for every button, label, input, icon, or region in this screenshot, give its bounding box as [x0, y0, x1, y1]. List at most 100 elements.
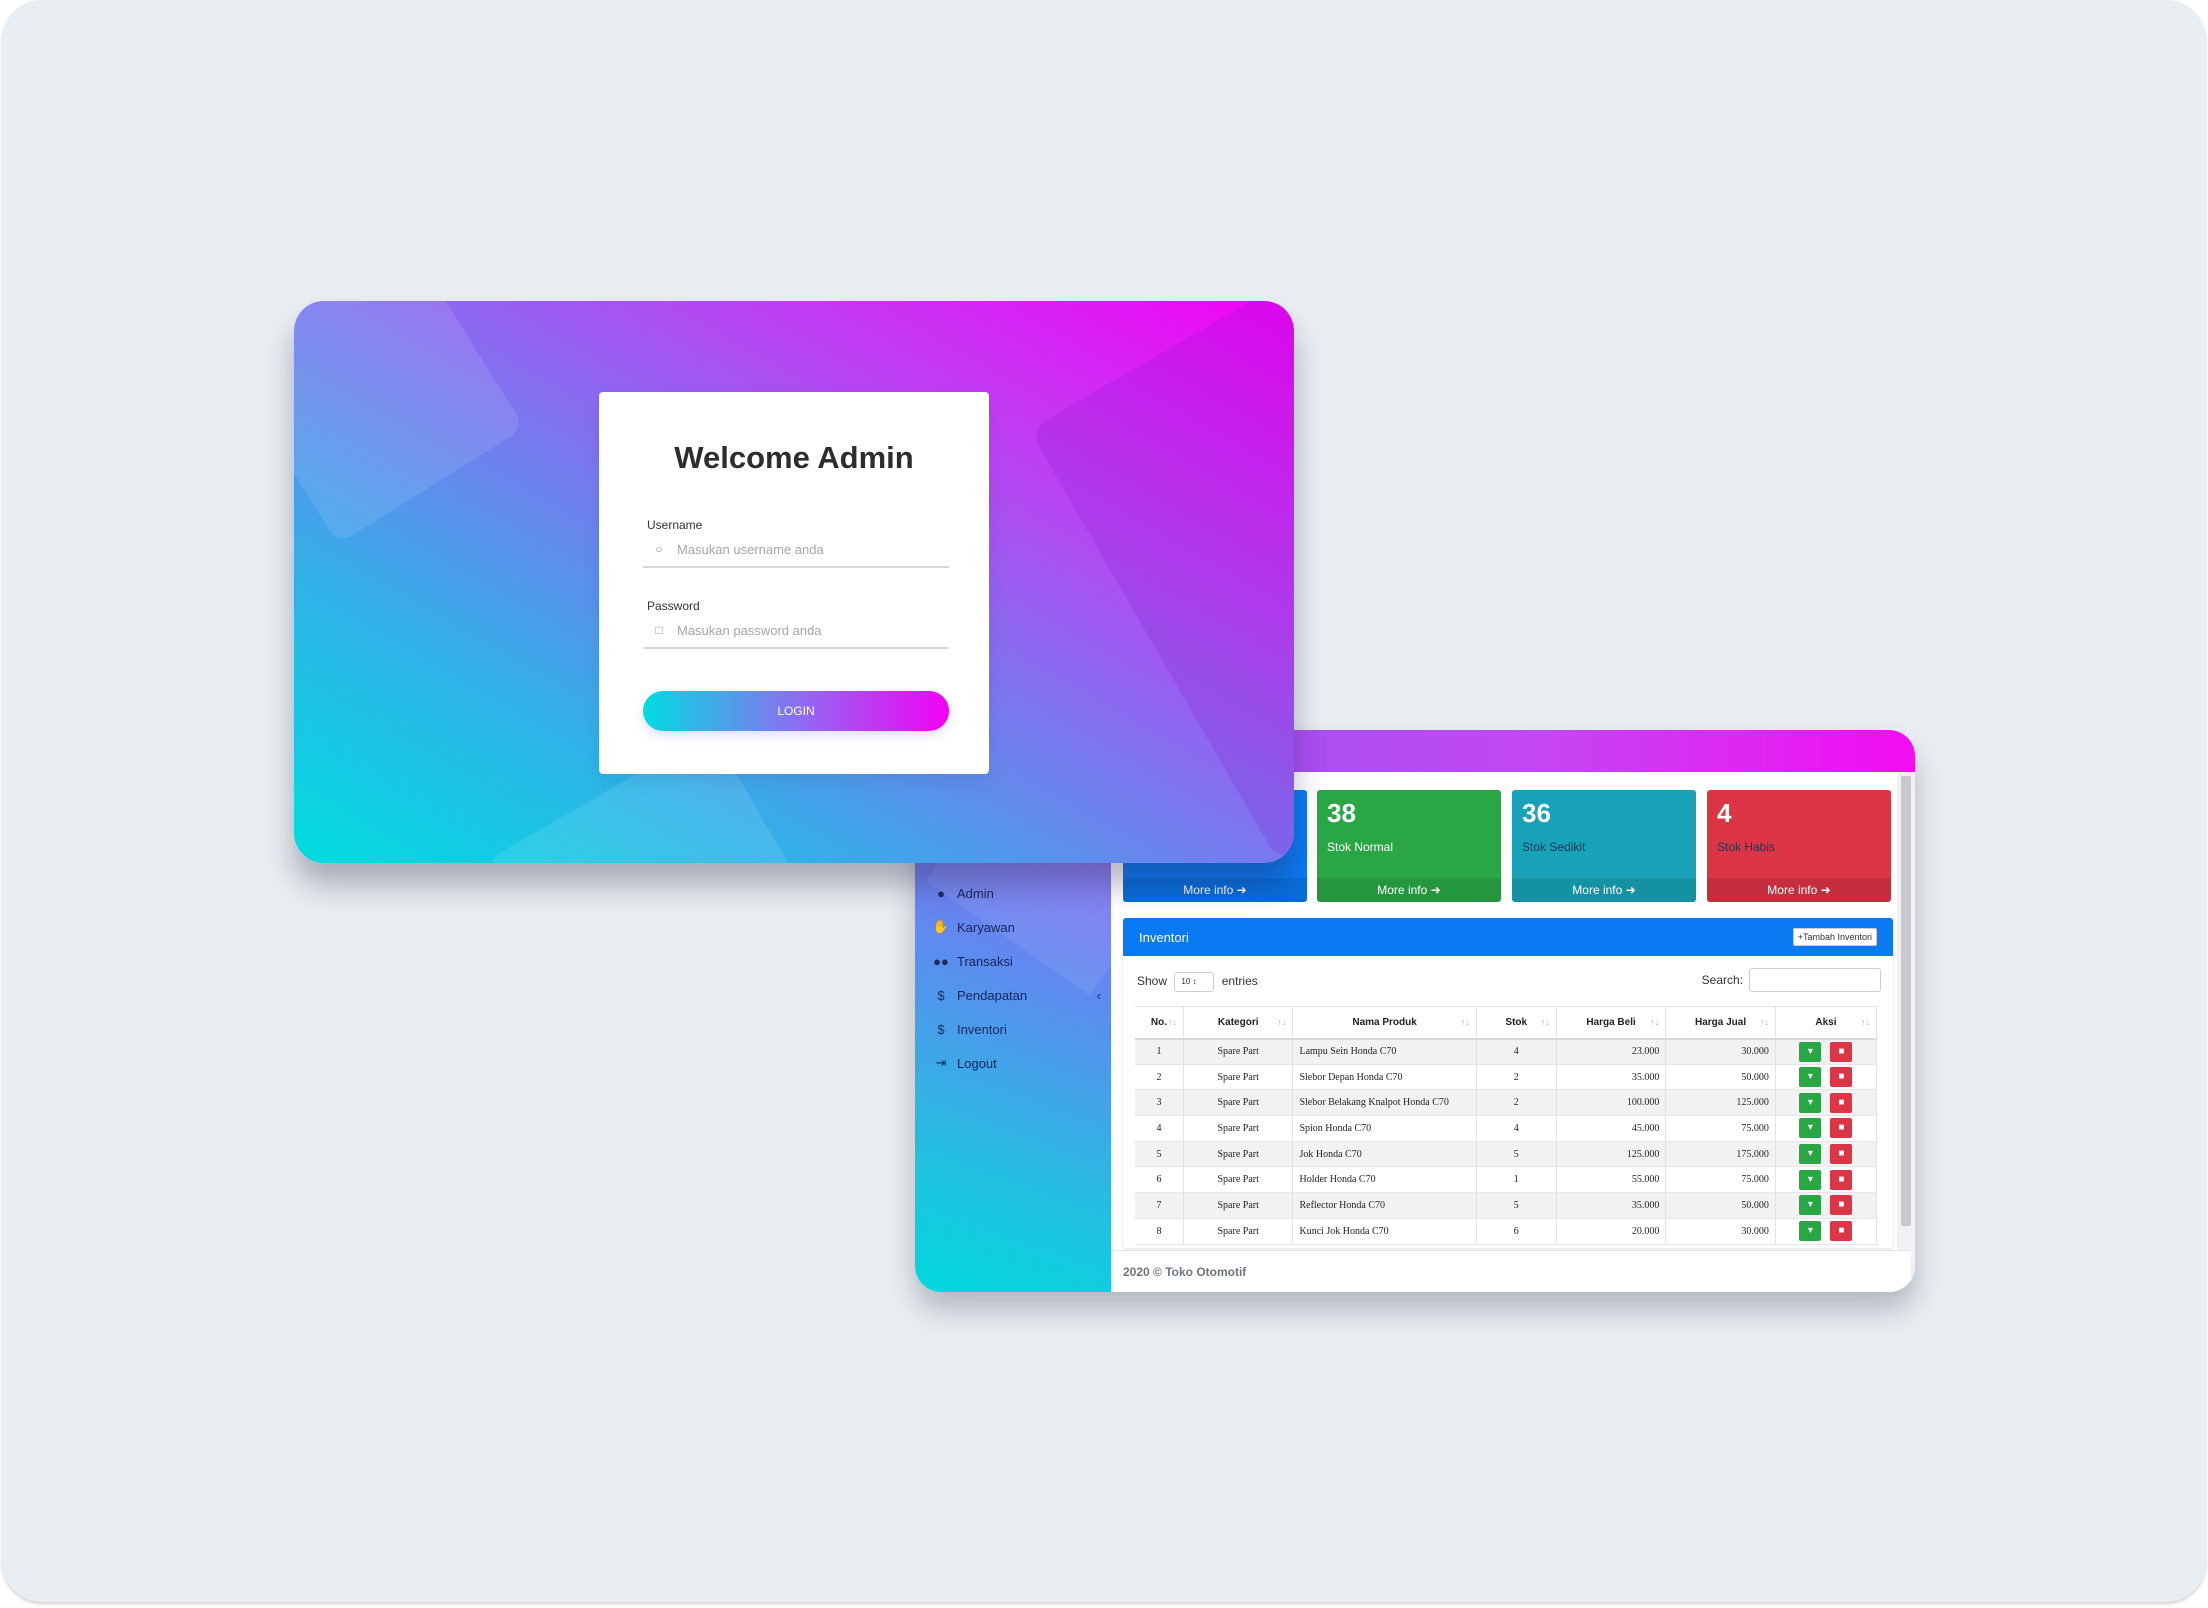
edit-dropdown-button[interactable]: ▾	[1799, 1092, 1822, 1113]
column-header[interactable]: Stok ↑↓	[1476, 1006, 1557, 1040]
table-cell: 20.000	[1556, 1218, 1667, 1245]
table-cell: 23.000	[1556, 1038, 1667, 1065]
sort-icon: ↑↓	[1759, 1017, 1769, 1027]
column-header[interactable]: Aksi ↑↓	[1775, 1006, 1878, 1040]
stat-value: 36	[1522, 798, 1551, 828]
edit-dropdown-button[interactable]: ▾	[1799, 1169, 1822, 1190]
stat-card-sedikit: 36 Stok Sedikit More info ➜	[1512, 790, 1696, 902]
dollar-icon: $	[937, 987, 945, 1003]
stat-label: Stok Normal	[1327, 840, 1394, 854]
username-field[interactable]: ○	[643, 532, 949, 568]
search-label: Search:	[1701, 973, 1743, 987]
stat-label: Stok Sedikit	[1522, 840, 1586, 854]
handshake-icon: ✋	[932, 919, 950, 934]
table-cell: Spare Part	[1183, 1141, 1294, 1168]
stat-card-habis: 4 Stok Habis More info ➜	[1707, 790, 1891, 902]
delete-button[interactable]: ■	[1830, 1144, 1853, 1165]
table-cell: 1	[1476, 1166, 1557, 1194]
action-cell: ▾ ■	[1775, 1038, 1878, 1065]
table-cell: 125.000	[1665, 1089, 1776, 1117]
table-cell: 35.000	[1556, 1192, 1667, 1219]
delete-button[interactable]: ■	[1830, 1118, 1853, 1139]
table-cell: 100.000	[1556, 1089, 1667, 1117]
password-field[interactable]: □	[643, 613, 949, 649]
action-cell: ▾ ■	[1775, 1218, 1878, 1245]
sidebar-item-admin[interactable]: ● Admin	[931, 876, 1101, 910]
column-header[interactable]: Harga Beli ↑↓	[1556, 1006, 1667, 1040]
edit-dropdown-button[interactable]: ▾	[1799, 1221, 1822, 1242]
sort-icon: ↑↓	[1650, 1017, 1660, 1027]
table-cell: 2	[1476, 1064, 1557, 1091]
delete-button[interactable]: ■	[1830, 1221, 1853, 1242]
edit-dropdown-button[interactable]: ▾	[1799, 1067, 1822, 1088]
dollar-icon: $	[937, 1021, 945, 1037]
table-cell: 4	[1476, 1038, 1557, 1065]
more-info-link[interactable]: More info ➜	[1707, 878, 1891, 902]
table-cell: Spare Part	[1183, 1064, 1294, 1091]
edit-dropdown-button[interactable]: ▾	[1799, 1118, 1822, 1139]
action-cell: ▾ ■	[1775, 1064, 1878, 1091]
table-cell: Spare Part	[1183, 1038, 1294, 1065]
table-cell: Spare Part	[1183, 1115, 1294, 1142]
table-cell: 75.000	[1665, 1166, 1776, 1194]
sidebar-item-label: Transaksi	[957, 953, 1013, 969]
entries-select[interactable]: 10 ↕	[1174, 972, 1215, 992]
more-info-link[interactable]: More info ➜	[1123, 878, 1307, 902]
column-header[interactable]: No. ↑↓	[1135, 1006, 1184, 1040]
table-cell: Reflector Honda C70	[1292, 1192, 1477, 1219]
column-header[interactable]: Kategori ↑↓	[1183, 1006, 1294, 1040]
table-cell: 5	[1476, 1192, 1557, 1219]
search-input[interactable]	[1749, 968, 1881, 992]
stat-value: 38	[1327, 798, 1356, 828]
table-cell: 50.000	[1665, 1064, 1776, 1091]
table-row: 3 Spare Part Slebor Belakang Knalpot Honda…	[1135, 1089, 1878, 1117]
sidebar-item-logout[interactable]: ⇥ Logout	[931, 1046, 1101, 1080]
inventory-table: No. ↑↓ Kategori ↑↓ Nama Produk ↑↓ Stok ↑↓ Ha…	[1135, 1006, 1878, 1245]
table-cell: 125.000	[1556, 1141, 1667, 1168]
search-box: Search:	[1702, 968, 1881, 992]
scrollbar-thumb[interactable]	[1901, 776, 1911, 1226]
sidebar-item-inventori[interactable]: $ Inventori	[931, 1012, 1101, 1046]
table-row: 2 Spare Part Slebor Depan Honda C70 2 35.000…	[1135, 1064, 1878, 1091]
more-info-link[interactable]: More info ➜	[1317, 878, 1501, 902]
table-cell: 2	[1476, 1089, 1557, 1117]
delete-button[interactable]: ■	[1830, 1195, 1853, 1216]
delete-button[interactable]: ■	[1830, 1092, 1853, 1113]
table-cell: 175.000	[1665, 1141, 1776, 1168]
password-label: Password	[647, 599, 700, 613]
more-info-link[interactable]: More info ➜	[1512, 878, 1696, 902]
edit-dropdown-button[interactable]: ▾	[1799, 1195, 1822, 1216]
table-cell: 6	[1476, 1218, 1557, 1245]
users-icon: ●●	[933, 953, 949, 969]
action-cell: ▾ ■	[1775, 1166, 1878, 1194]
panel-title: Inventori	[1139, 930, 1189, 945]
table-row: 1 Spare Part Lampu Sein Honda C70 4 23.000 30…	[1135, 1038, 1878, 1065]
lock-icon: □	[655, 623, 663, 637]
column-header[interactable]: Nama Produk ↑↓	[1292, 1006, 1477, 1040]
background-shape	[294, 301, 525, 545]
sidebar-item-label: Logout	[957, 1055, 997, 1071]
delete-button[interactable]: ■	[1830, 1041, 1853, 1062]
delete-button[interactable]: ■	[1830, 1067, 1853, 1088]
footer: 2020 © Toko Otomotif	[1111, 1250, 1911, 1292]
table-cell: 7	[1135, 1192, 1184, 1219]
sidebar-item-transaksi[interactable]: ●● Transaksi	[931, 944, 1101, 978]
username-input[interactable]	[677, 541, 937, 557]
login-button[interactable]: LOGIN	[643, 691, 949, 731]
show-entries: Show 10 ↕ entries	[1137, 972, 1258, 992]
password-input[interactable]	[677, 622, 937, 638]
table-body: 1 Spare Part Lampu Sein Honda C70 4 23.000 30…	[1135, 1038, 1878, 1245]
sort-icon: ↑↓	[1167, 1017, 1177, 1027]
username-label: Username	[647, 518, 703, 532]
edit-dropdown-button[interactable]: ▾	[1799, 1144, 1822, 1165]
edit-dropdown-button[interactable]: ▾	[1799, 1041, 1822, 1062]
table-row: 6 Spare Part Holder Honda C70 1 55.000 75.000…	[1135, 1166, 1878, 1194]
sort-icon: ↑↓	[1277, 1017, 1287, 1027]
add-inventory-button[interactable]: +Tambah Inventori	[1792, 928, 1877, 946]
column-header[interactable]: Harga Jual ↑↓	[1665, 1006, 1776, 1040]
delete-button[interactable]: ■	[1830, 1169, 1853, 1190]
sidebar-item-karyawan[interactable]: ✋ Karyawan	[931, 910, 1101, 944]
stat-label: Stok Habis	[1717, 840, 1776, 854]
table-cell: 4	[1476, 1115, 1557, 1142]
sidebar-item-pendapatan[interactable]: $ Pendapatan ‹	[931, 978, 1101, 1012]
